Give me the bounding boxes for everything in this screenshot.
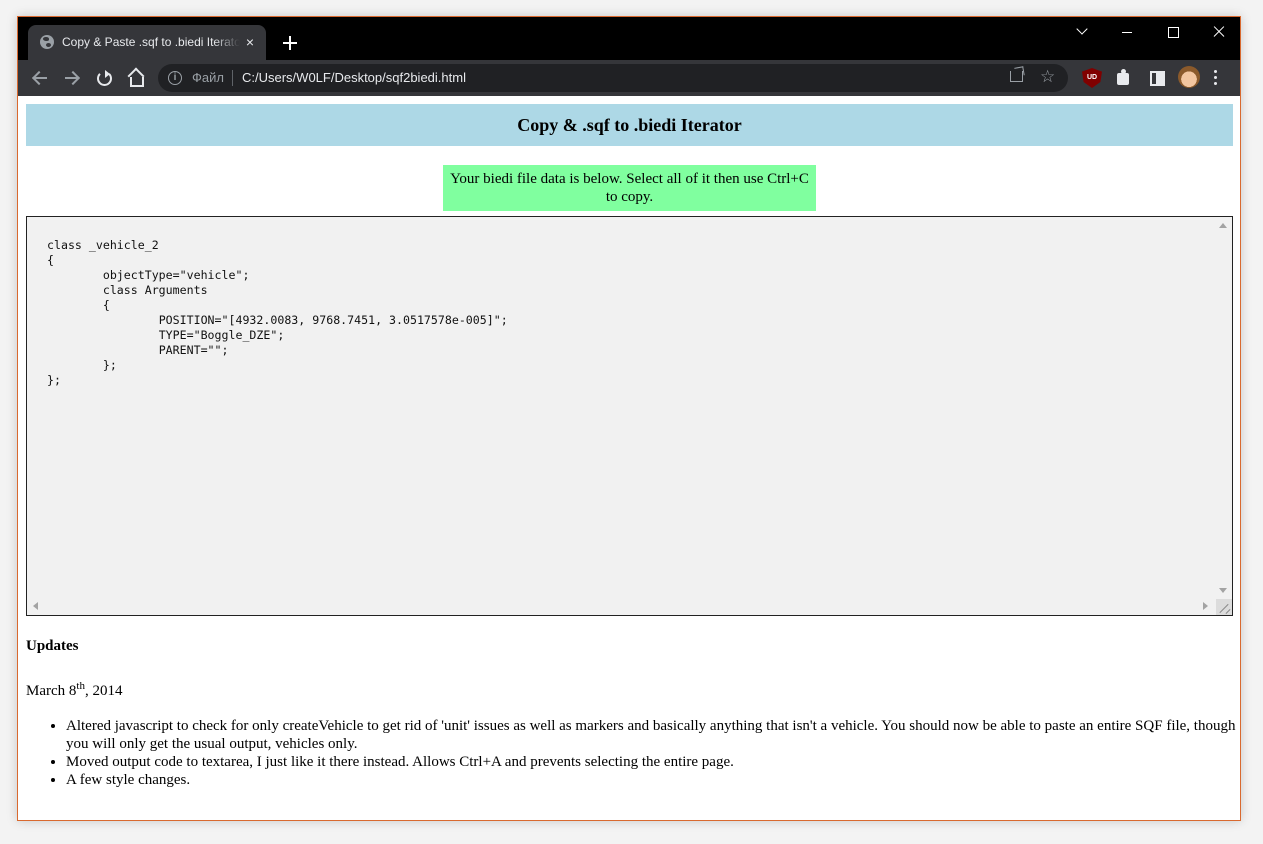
update-item: A few style changes.: [66, 771, 1240, 789]
bookmark-star-icon[interactable]: ☆: [1040, 67, 1055, 87]
extensions-puzzle-icon[interactable]: [1114, 68, 1134, 88]
scroll-left-arrow-icon[interactable]: [33, 602, 38, 610]
biedi-output-textarea[interactable]: class _vehicle_2 { objectType="vehicle";…: [26, 216, 1233, 616]
page-content: Copy & .sqf to .biedi Iterator Your bied…: [18, 96, 1240, 820]
address-url[interactable]: C:/Users/W0LF/Desktop/sqf2biedi.html: [242, 70, 466, 85]
page-title: Copy & .sqf to .biedi Iterator: [26, 104, 1233, 146]
address-bar[interactable]: i Файл C:/Users/W0LF/Desktop/sqf2biedi.h…: [158, 64, 1068, 92]
reload-icon[interactable]: [92, 66, 116, 90]
scroll-down-arrow-icon[interactable]: [1219, 588, 1227, 593]
browser-tab[interactable]: Copy & Paste .sqf to .biedi Iterator ×: [28, 25, 266, 60]
share-icon[interactable]: [1010, 71, 1023, 82]
forward-arrow-icon[interactable]: [60, 66, 84, 90]
side-panel-icon[interactable]: [1147, 68, 1167, 88]
scroll-up-arrow-icon[interactable]: [1219, 223, 1227, 228]
resize-grip-icon[interactable]: [1216, 599, 1232, 615]
updates-list: Altered javascript to check for only cre…: [26, 717, 1240, 789]
update-date-month-day: March 8: [26, 683, 77, 699]
biedi-output-text[interactable]: class _vehicle_2 { objectType="vehicle";…: [47, 238, 508, 388]
browser-window: Copy & Paste .sqf to .biedi Iterator × i…: [17, 16, 1241, 821]
globe-icon: [40, 35, 54, 49]
updates-heading: Updates: [26, 638, 79, 654]
site-info-icon[interactable]: i: [168, 71, 182, 85]
maximize-button[interactable]: [1150, 17, 1196, 47]
back-arrow-icon[interactable]: [28, 66, 52, 90]
close-window-button[interactable]: [1196, 17, 1240, 47]
update-item: Altered javascript to check for only cre…: [66, 717, 1240, 753]
copy-instructions: Your biedi file data is below. Select al…: [443, 165, 816, 211]
update-item: Moved output code to textarea, I just li…: [66, 753, 1240, 771]
update-date: March 8th, 2014: [26, 680, 122, 700]
scroll-right-arrow-icon[interactable]: [1203, 602, 1208, 610]
address-separator: [232, 70, 233, 86]
update-date-year: , 2014: [84, 683, 123, 699]
tab-close-icon[interactable]: ×: [242, 34, 258, 50]
home-icon[interactable]: [124, 66, 148, 90]
address-scheme-label: Файл: [192, 70, 224, 85]
profile-avatar[interactable]: [1178, 66, 1200, 88]
tab-search-chevron-icon[interactable]: [1058, 17, 1104, 47]
update-date-suffix: th: [76, 680, 85, 692]
minimize-button[interactable]: [1104, 17, 1150, 47]
new-tab-button[interactable]: [278, 31, 302, 55]
tab-title: Copy & Paste .sqf to .biedi Iterator: [62, 35, 240, 49]
menu-kebab-icon[interactable]: [1214, 70, 1218, 86]
ublock-extension-icon[interactable]: UD: [1082, 68, 1102, 88]
browser-toolbar: i Файл C:/Users/W0LF/Desktop/sqf2biedi.h…: [18, 60, 1240, 96]
tab-strip: Copy & Paste .sqf to .biedi Iterator ×: [18, 17, 1240, 60]
